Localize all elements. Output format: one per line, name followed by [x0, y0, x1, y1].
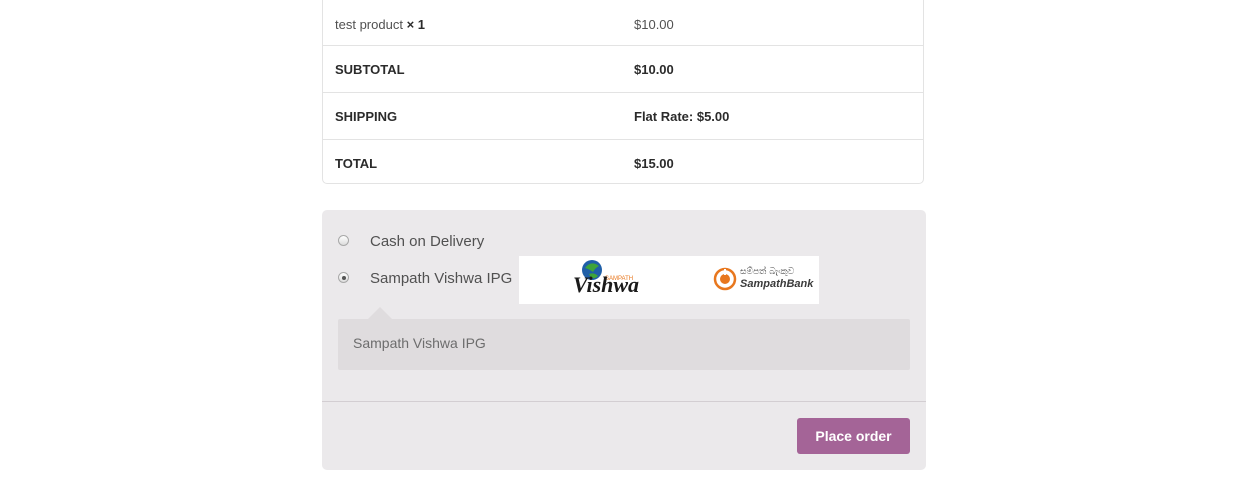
sampath-bank-logo: සම්පත් බැංකුව SampathBank	[713, 266, 814, 291]
bank-name: SampathBank	[740, 278, 814, 290]
sampath-label[interactable]: Sampath Vishwa IPG	[370, 270, 512, 287]
table-row: test product × 1 $10.00	[323, 0, 923, 45]
total-row: Total $15.00	[323, 139, 923, 185]
product-total: $10.00	[634, 17, 674, 32]
shipping-value: Flat Rate: $5.00	[634, 109, 730, 124]
total-value: $15.00	[634, 156, 674, 171]
order-review-table: test product × 1 $10.00 Subtotal $10.00 …	[322, 0, 924, 184]
shipping-row: Shipping Flat Rate: $5.00	[323, 92, 923, 139]
place-order-button[interactable]: Place order	[797, 418, 910, 454]
payment-description-box: Sampath Vishwa IPG	[338, 307, 910, 370]
subtotal-label: Subtotal	[335, 62, 405, 77]
product-name-cell: test product × 1	[335, 17, 425, 32]
payment-description: Sampath Vishwa IPG	[353, 335, 486, 351]
vishwa-text: Vishwa	[573, 272, 639, 297]
sampath-radio[interactable]	[338, 272, 349, 283]
cod-label[interactable]: Cash on Delivery	[370, 233, 484, 250]
product-quantity: × 1	[406, 17, 425, 32]
subtotal-value: $10.00	[634, 62, 674, 77]
shipping-label: Shipping	[335, 109, 398, 124]
bank-sinhala-name: සම්පත් බැංකුව	[740, 266, 795, 277]
payment-logos: SAMPATH Vishwa සම්පත් බැංකුව SampathBank	[519, 256, 819, 304]
payment-section: Cash on Delivery Sampath Vishwa IPG SAMP…	[322, 210, 926, 470]
divider	[322, 401, 926, 402]
total-label: Total	[335, 156, 378, 171]
product-name: test product	[335, 17, 403, 32]
cod-radio[interactable]	[338, 235, 349, 246]
subtotal-row: Subtotal $10.00	[323, 45, 923, 92]
